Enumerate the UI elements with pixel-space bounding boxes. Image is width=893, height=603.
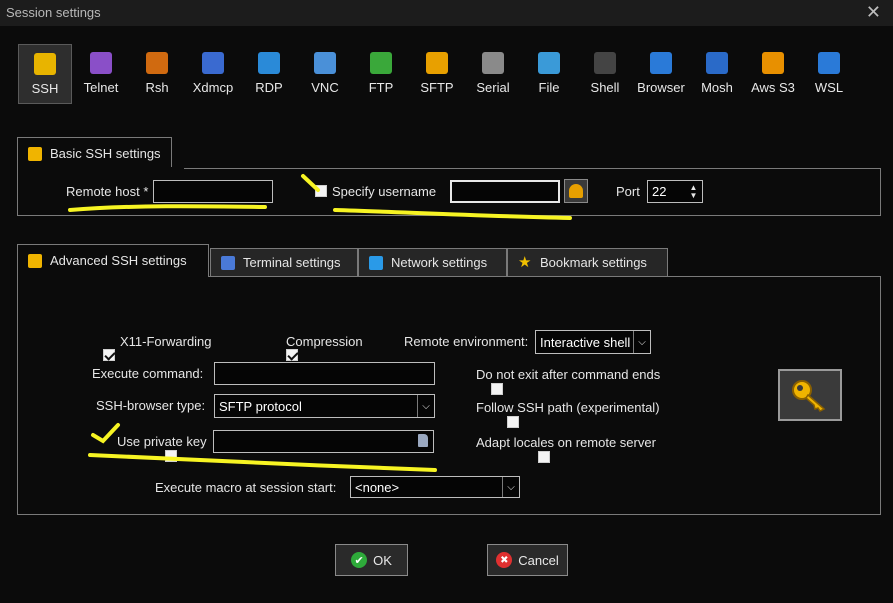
highlight-underline-username (333, 208, 572, 220)
highlight-tick-private-key (91, 423, 120, 444)
highlight-tick-username (301, 174, 320, 192)
highlight-underline-private-key (88, 453, 437, 472)
highlight-underline-remote-host (68, 204, 267, 212)
highlighter-annotations (68, 174, 572, 472)
